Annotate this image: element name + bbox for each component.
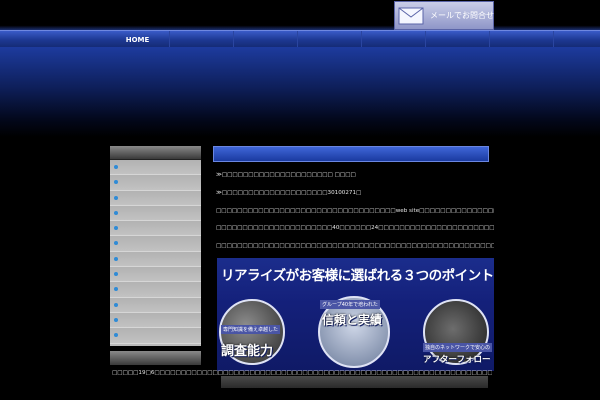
mail-contact-button[interactable]: メールでお問合せ [394,1,494,30]
content-header [213,146,489,162]
sidebar-item[interactable] [110,282,201,298]
main-nav: HOME [0,30,600,48]
three-points-banner[interactable]: リアライズがお客様に選ばれる３つのポイント!! 専門知識を備え卓越した 調査能力… [217,258,494,371]
nav-item-6[interactable] [426,31,490,48]
hero-banner [0,47,600,137]
bullet-icon [114,241,118,246]
point2-title: 信頼と実績 [322,313,383,327]
bullet-icon [114,333,118,338]
content-line: ≫□□□□□□□□□□□□□□□□□□□□30100271□ [216,190,362,196]
bullet-icon [114,256,118,261]
sidebar-secondary-header [110,351,201,365]
sidebar-item[interactable] [110,160,201,176]
sidebar-item[interactable] [110,297,201,313]
point1-title: 調査能力 [221,344,274,359]
content-line: □□□□□□□□□□□□□□□□□□□□□□□□□□□□□□□□□□□□□□□□… [216,243,494,249]
point3-title: アフターフォロー [423,355,491,365]
nav-item-5[interactable] [362,31,426,48]
top-bar [0,0,600,30]
nav-item-4[interactable] [298,31,362,48]
envelope-icon [398,6,424,26]
sidebar-menu [110,146,201,346]
bullet-icon [114,302,118,307]
nav-item-home[interactable]: HOME [106,31,170,48]
bullet-icon [114,180,118,185]
nav-item-3[interactable] [234,31,298,48]
sidebar-item[interactable] [110,190,201,206]
sidebar-item[interactable] [110,205,201,222]
bullet-icon [114,165,118,169]
point2-caption: グループ40年で培われた [320,300,380,309]
mail-button-label: メールでお問合せ [430,11,494,20]
bullet-icon [114,272,118,277]
content-footer-bar [221,376,488,388]
sidebar-header [110,146,201,160]
content-line: □□□□□□□□□□□□□□□□□□□□□□□□□□□□□□□□□□web si… [216,208,494,214]
footer-text: □□□□□19□6□□□□□□□□□□□□□□□□□□□□□□□□□□□□□□□… [112,370,492,376]
sidebar-item[interactable] [110,221,201,237]
bullet-icon [114,210,118,215]
content-line: □□□□□□□□□□□□□□□□□□□□□□40□□□□□□24□□□□□□□□… [216,225,494,231]
banner-title: リアライズがお客様に選ばれる３つのポイント!! [221,268,494,284]
nav-item-2[interactable] [170,31,234,48]
nav-item-7[interactable] [490,31,554,48]
sidebar-item[interactable] [110,267,201,283]
sidebar-item[interactable] [110,175,201,191]
sidebar-item[interactable] [110,236,201,252]
sidebar-item[interactable] [110,328,201,344]
sidebar-item[interactable] [110,251,201,268]
content-line: ≫□□□□□□□□□□□□□□□□□□□□□ □□□□ [216,172,356,178]
bullet-icon [114,287,118,292]
point3-caption: 独自のネットワークで安心の [423,343,493,352]
sidebar-item[interactable] [110,312,201,329]
bullet-icon [114,226,118,231]
point1-caption: 専門知識を備え卓越した [221,325,281,334]
bullet-icon [114,195,118,200]
bullet-icon [114,317,118,322]
